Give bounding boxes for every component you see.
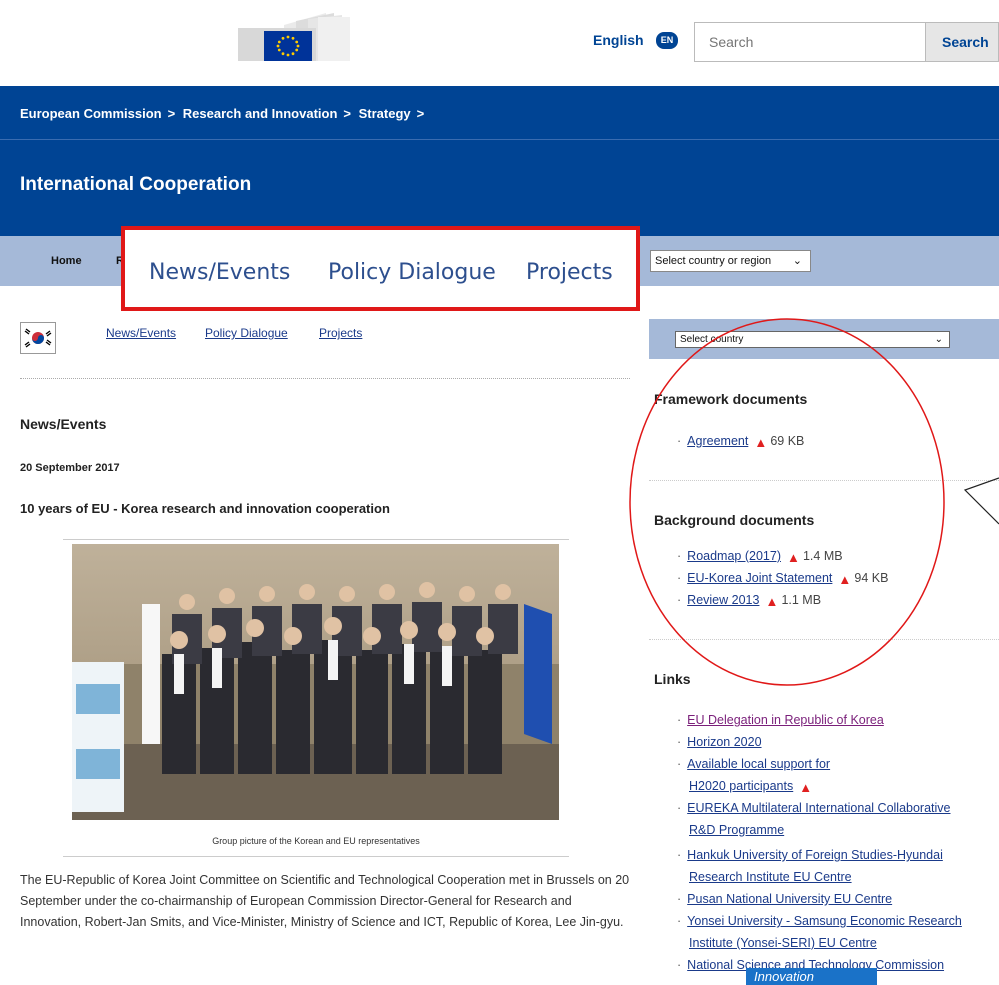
- link-hankuk-cont[interactable]: Research Institute EU Centre: [689, 870, 852, 884]
- language-label[interactable]: English: [593, 32, 644, 48]
- bullet-icon: ·: [677, 757, 682, 771]
- bullet-icon: ·: [677, 801, 682, 815]
- header-divider: [0, 139, 999, 140]
- link-label[interactable]: Horizon 2020: [687, 735, 761, 749]
- photo-bottom-rule: [63, 856, 569, 857]
- link-label[interactable]: R&D Programme: [689, 823, 784, 837]
- link-eu-delegation[interactable]: · EU Delegation in Republic of Korea: [677, 713, 884, 727]
- top-header: English EN Search: [0, 0, 999, 86]
- link-eureka[interactable]: · EUREKA Multilateral International Colla…: [677, 801, 951, 815]
- bullet-icon: ·: [677, 735, 682, 749]
- photo-caption: Group picture of the Korean and EU repre…: [212, 836, 420, 846]
- breadcrumb-separator: >: [167, 106, 176, 121]
- search-button[interactable]: Search: [926, 22, 999, 62]
- breadcrumb-item-research-innovation[interactable]: Research and Innovation: [183, 106, 338, 121]
- breadcrumb: European Commission > Research and Innova…: [20, 106, 428, 121]
- link-label[interactable]: Available local support for: [687, 757, 830, 771]
- link-yonsei[interactable]: · Yonsei University - Samsung Economic Re…: [677, 914, 962, 928]
- language-badge[interactable]: EN: [656, 32, 678, 49]
- zoom-tab-projects[interactable]: Projects: [526, 260, 613, 285]
- link-label[interactable]: H2020 participants: [689, 779, 793, 793]
- innovation-tooltip: Innovation: [746, 968, 877, 985]
- link-horizon-2020[interactable]: · Horizon 2020: [677, 735, 762, 749]
- breadcrumb-item-strategy[interactable]: Strategy: [359, 106, 411, 121]
- search-input[interactable]: [694, 22, 926, 62]
- link-label[interactable]: Institute (Yonsei-SERI) EU Centre: [689, 936, 877, 950]
- breadcrumb-separator: >: [343, 106, 351, 121]
- link-local-support-cont[interactable]: H2020 participants ▲: [689, 779, 815, 794]
- country-region-select[interactable]: Select country or region ⌄: [650, 250, 811, 272]
- breadcrumb-item-european-commission[interactable]: European Commission: [20, 106, 162, 121]
- european-commission-logo[interactable]: [238, 11, 356, 67]
- article-body: The EU-Republic of Korea Joint Committee…: [20, 873, 630, 929]
- highlight-ellipse: [629, 318, 945, 686]
- bullet-icon: ·: [677, 958, 682, 972]
- pdf-icon: ▲: [799, 780, 813, 795]
- link-eureka-cont[interactable]: R&D Programme: [689, 823, 784, 837]
- link-label[interactable]: EU Delegation in Republic of Korea: [687, 713, 884, 727]
- group-photo: [72, 544, 559, 820]
- zoom-tab-news-events[interactable]: News/Events: [149, 260, 290, 285]
- nav-home[interactable]: Home: [51, 255, 82, 267]
- link-label[interactable]: Yonsei University - Samsung Economic Res…: [687, 914, 962, 928]
- link-local-support[interactable]: · Available local support for: [677, 757, 830, 771]
- link-label[interactable]: Hankuk University of Foreign Studies-Hyu…: [687, 848, 943, 862]
- bullet-icon: ·: [677, 848, 682, 862]
- link-label[interactable]: EUREKA Multilateral International Collab…: [687, 801, 950, 815]
- news-date: 20 September 2017: [20, 462, 120, 474]
- bullet-icon: ·: [677, 914, 682, 928]
- bullet-icon: ·: [677, 892, 682, 906]
- zoom-callout: News/Events Policy Dialogue Projects: [121, 226, 640, 311]
- subnav-news-events[interactable]: News/Events: [106, 326, 176, 340]
- link-label[interactable]: Pusan National University EU Centre: [687, 892, 892, 906]
- subnav-policy-dialogue[interactable]: Policy Dialogue: [205, 326, 288, 340]
- content-divider: [20, 378, 630, 379]
- bullet-icon: ·: [677, 713, 682, 727]
- arrow-pointer-icon: [963, 477, 999, 525]
- article-title: 10 years of EU - Korea research and inno…: [20, 501, 390, 516]
- country-region-select-label: Select country or region: [655, 255, 772, 267]
- photo-top-rule: [63, 539, 569, 540]
- link-label[interactable]: Research Institute EU Centre: [689, 870, 852, 884]
- zoom-tab-policy-dialogue[interactable]: Policy Dialogue: [328, 260, 496, 285]
- subnav-projects[interactable]: Projects: [319, 326, 362, 340]
- link-yonsei-cont[interactable]: Institute (Yonsei-SERI) EU Centre: [689, 936, 877, 950]
- link-pusan[interactable]: · Pusan National University EU Centre: [677, 892, 892, 906]
- news-section-heading: News/Events: [20, 416, 107, 432]
- link-hankuk[interactable]: · Hankuk University of Foreign Studies-Hy…: [677, 848, 943, 862]
- korea-flag-icon: [20, 322, 56, 354]
- breadcrumb-separator: >: [416, 106, 425, 121]
- site-header-band: European Commission > Research and Innova…: [0, 86, 999, 236]
- site-title: International Cooperation: [20, 174, 252, 195]
- chevron-down-icon: ⌄: [792, 255, 802, 267]
